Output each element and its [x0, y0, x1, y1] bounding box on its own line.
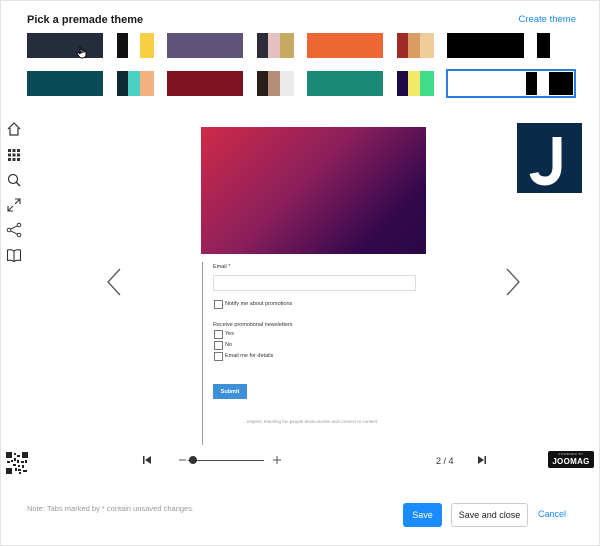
notify-checkbox[interactable] [214, 300, 223, 309]
email-input[interactable] [213, 275, 416, 291]
book-icon[interactable] [6, 247, 22, 263]
newsletters-label: Receive promotional newsletters [213, 322, 293, 328]
theme-swatch-4[interactable] [257, 33, 294, 58]
fullscreen-icon[interactable] [6, 197, 22, 213]
theme-swatch-5[interactable] [307, 33, 383, 58]
next-page-arrow-icon[interactable] [506, 268, 520, 296]
theme-swatch-6[interactable] [397, 33, 434, 58]
theme-picker-title: Pick a premade theme [27, 14, 144, 26]
previous-page-arrow-icon[interactable] [107, 268, 121, 296]
grid-icon[interactable] [6, 147, 22, 163]
theme-swatch-2[interactable] [117, 33, 154, 58]
yes-label: Yes [225, 331, 234, 337]
share-icon[interactable] [6, 222, 22, 238]
no-checkbox[interactable] [214, 341, 223, 350]
email-details-checkbox[interactable] [214, 352, 223, 361]
theme-swatch-14-selected[interactable] [446, 69, 576, 98]
theme-swatch-9[interactable] [117, 71, 154, 96]
email-label: Email * [213, 264, 231, 270]
home-icon[interactable] [6, 121, 22, 137]
page-indicator: 2 / 4 [436, 456, 454, 466]
notify-label: Notify me about promotions [225, 301, 293, 307]
no-label: No [225, 342, 233, 348]
theme-swatch-12[interactable] [307, 71, 383, 96]
publication-logo [517, 123, 582, 193]
zoom-out-icon[interactable] [178, 455, 187, 467]
qr-code-icon[interactable] [6, 452, 28, 474]
page-body-text: ...respect, teaching fun people dreas,st… [243, 419, 378, 424]
yes-checkbox[interactable] [214, 330, 223, 339]
submit-button[interactable]: Submit [213, 384, 247, 399]
cancel-button[interactable]: Cancel [538, 509, 566, 519]
first-page-icon[interactable] [143, 455, 152, 467]
theme-swatch-10[interactable] [167, 71, 243, 96]
joomag-logo-text: JOOMAG [552, 457, 590, 466]
joomag-badge[interactable]: POWERED BY JOOMAG [548, 451, 594, 468]
theme-swatch-11[interactable] [257, 71, 294, 96]
save-and-close-button[interactable]: Save and close [451, 503, 528, 527]
theme-swatch-8[interactable] [27, 71, 103, 96]
zoom-slider-handle[interactable] [189, 456, 197, 464]
joomag-powered-by-text: POWERED BY [558, 452, 584, 456]
search-icon[interactable] [6, 172, 22, 188]
theme-swatch-13[interactable] [397, 71, 434, 96]
page-hero-gradient-image [201, 127, 426, 254]
zoom-slider-track[interactable] [188, 460, 264, 461]
zoom-in-icon[interactable] [272, 455, 282, 467]
save-button[interactable]: Save [403, 503, 442, 527]
create-theme-link[interactable]: Create theme [518, 14, 576, 25]
email-details-label: Email me for details [225, 353, 274, 359]
theme-swatch-1[interactable] [27, 33, 103, 58]
theme-swatch-7[interactable] [447, 33, 550, 58]
unsaved-changes-note: Note: Tabs marked by * contain unsaved c… [27, 504, 195, 513]
last-page-icon[interactable] [477, 455, 486, 467]
theme-swatch-3[interactable] [167, 33, 243, 58]
hand-cursor-icon [76, 45, 88, 62]
page-divider [202, 262, 203, 445]
